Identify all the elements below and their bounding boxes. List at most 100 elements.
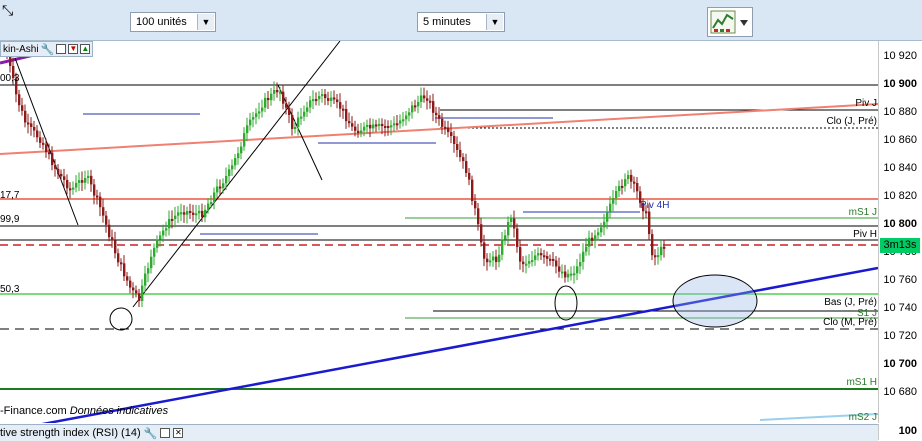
candle-body: [222, 183, 225, 188]
chevron-down-icon[interactable]: ▼: [197, 14, 214, 30]
candle-body: [447, 127, 450, 133]
candle-body: [315, 99, 318, 102]
candle-body: [312, 99, 315, 102]
candle-body: [108, 224, 111, 238]
chart-toolbar: ⤡ 100 unités ▼ 5 minutes ▼: [0, 0, 922, 41]
candle-body: [177, 212, 180, 216]
candle-body: [420, 95, 423, 102]
candle-body: [588, 237, 591, 247]
candle-body: [522, 261, 525, 265]
candle-body: [210, 202, 213, 205]
disclaimer-text: Données indicatives: [69, 405, 169, 417]
candle-body: [171, 218, 174, 221]
candle-body: [246, 125, 249, 134]
move-down-icon[interactable]: ▼: [68, 44, 79, 54]
candle-body: [471, 179, 474, 201]
candle-body: [663, 246, 666, 249]
annotation-ellipse: [672, 274, 758, 328]
wrench-icon[interactable]: 🔧: [144, 427, 158, 440]
candle-body: [381, 123, 384, 126]
maximize-icon[interactable]: [56, 44, 67, 54]
candle-body: [594, 235, 597, 241]
candle-body: [144, 273, 147, 286]
candle-body: [339, 102, 342, 109]
resize-icon[interactable]: ⤡: [2, 2, 13, 19]
price-tick: 10 700: [883, 358, 917, 370]
candle-body: [279, 91, 282, 94]
candle-body: [78, 180, 81, 183]
candle-body: [648, 211, 651, 235]
chart-tools-button[interactable]: [707, 7, 753, 37]
candle-body: [186, 211, 189, 215]
candle-body: [405, 115, 408, 120]
label-clo-j-pre: Clo (J, Pré): [826, 116, 877, 127]
candle-body: [453, 136, 456, 144]
left-level-label: 17,7: [0, 190, 20, 201]
candle-body: [201, 210, 204, 218]
candle-body: [297, 117, 300, 128]
candle-body: [189, 211, 192, 214]
candle-body: [468, 172, 471, 180]
candle-body: [615, 191, 618, 199]
candle-body: [474, 200, 477, 209]
candle-body: [30, 123, 33, 127]
candle-body: [237, 153, 240, 158]
candle-body: [366, 124, 369, 127]
candle-body: [573, 273, 576, 276]
label-ms2-j: mS2 J: [848, 412, 877, 423]
price-chart[interactable]: [0, 41, 878, 423]
heikin-ashi-candles: [6, 43, 666, 308]
candle-body: [60, 173, 63, 177]
units-dropdown[interactable]: 100 unités ▼: [130, 12, 216, 32]
chevron-down-icon[interactable]: ▼: [486, 14, 503, 30]
source-text: -Finance.com: [0, 405, 67, 417]
candle-body: [396, 123, 399, 126]
close-icon[interactable]: ✕: [173, 428, 184, 438]
candle-body: [423, 95, 426, 99]
candle-body: [462, 157, 465, 162]
candle-body: [660, 246, 663, 256]
maximize-icon[interactable]: [160, 428, 171, 438]
candle-body: [390, 125, 393, 128]
countdown-badge: 3m13s: [880, 238, 920, 253]
candle-body: [195, 213, 198, 216]
candle-body: [621, 185, 624, 188]
candle-body: [342, 108, 345, 111]
price-tick: 10 920: [883, 50, 917, 62]
price-tick: 10 720: [883, 330, 917, 342]
candle-body: [51, 152, 54, 166]
candle-body: [180, 212, 183, 215]
candle-body: [99, 196, 102, 208]
candle-body: [159, 235, 162, 240]
move-up-icon[interactable]: ▲: [80, 44, 91, 54]
candle-body: [348, 121, 351, 124]
candle-body: [513, 218, 516, 229]
candle-body: [90, 175, 93, 185]
candle-body: [564, 271, 567, 278]
price-tick: 10 880: [883, 106, 917, 118]
candle-body: [42, 142, 45, 145]
candle-body: [555, 260, 558, 267]
candle-body: [327, 98, 330, 101]
candle-body: [528, 261, 531, 264]
candle-body: [156, 239, 159, 248]
candle-body: [288, 107, 291, 115]
candle-body: [18, 94, 21, 106]
candle-body: [501, 239, 504, 255]
candle-body: [360, 130, 363, 134]
candle-body: [591, 237, 594, 241]
candle-body: [231, 165, 234, 170]
price-axis[interactable]: 10 920 10 900 10 880 10 860 10 840 10 82…: [878, 41, 922, 423]
candle-body: [243, 133, 246, 147]
candle-body: [102, 207, 105, 216]
candle-body: [138, 293, 141, 301]
interval-dropdown[interactable]: 5 minutes ▼: [417, 12, 505, 32]
rsi-axis: 100: [878, 424, 922, 440]
candle-body: [150, 256, 153, 269]
candle-body: [264, 97, 267, 108]
candle-body: [402, 119, 405, 122]
candle-body: [129, 280, 132, 288]
candle-body: [309, 100, 312, 108]
candle-body: [510, 218, 513, 222]
wrench-icon[interactable]: 🔧: [41, 43, 55, 56]
